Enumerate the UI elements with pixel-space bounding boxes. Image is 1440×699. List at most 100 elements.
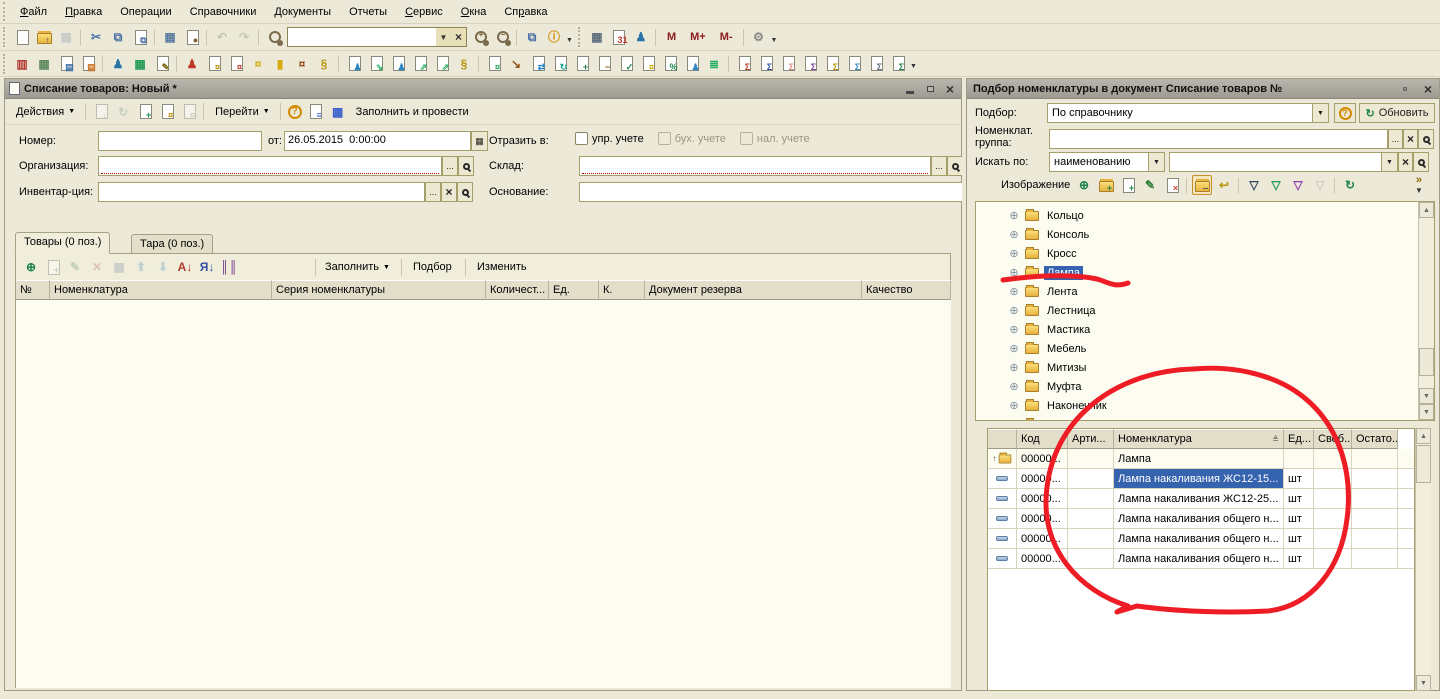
expand-icon[interactable]: ⊕ bbox=[1008, 209, 1020, 222]
filter-by-value-button[interactable] bbox=[1266, 175, 1286, 195]
accounting-checkbox[interactable]: бух. учете bbox=[658, 132, 726, 145]
edit-document-button[interactable] bbox=[152, 54, 172, 74]
shipment-button[interactable] bbox=[366, 54, 386, 74]
scroll-down-icon[interactable]: ▼ bbox=[1416, 675, 1431, 691]
sort-desc-button[interactable] bbox=[197, 257, 217, 277]
scroll-up-icon[interactable]: ▲ bbox=[1416, 428, 1431, 444]
delete-row-button[interactable] bbox=[87, 257, 107, 277]
copy-row-button[interactable] bbox=[43, 257, 63, 277]
organization-field[interactable] bbox=[98, 156, 442, 176]
menu-item[interactable]: Сервис bbox=[396, 3, 452, 21]
column-header[interactable]: Код≜ bbox=[1017, 429, 1068, 449]
warehouse-select-button[interactable]: ... bbox=[931, 156, 947, 176]
tree-scrollbar[interactable]: ▲ ▼ ▼ bbox=[1418, 202, 1434, 420]
panel-help-button[interactable]: ? bbox=[1334, 103, 1356, 123]
tree-item[interactable]: ⊕ Лестница bbox=[976, 301, 1434, 320]
receipt-money-button[interactable] bbox=[484, 54, 504, 74]
tree-item[interactable]: ⊕ Кросс bbox=[976, 244, 1434, 263]
barcode-button[interactable] bbox=[219, 257, 239, 277]
scroll-down-icon[interactable]: ▼ bbox=[1419, 404, 1434, 420]
table-row[interactable]: ↑ 00000... Лампа накаливания общего н...… bbox=[988, 549, 1414, 569]
paste-button[interactable] bbox=[130, 27, 150, 47]
save-document-button[interactable] bbox=[56, 27, 76, 47]
column-header[interactable]: Серия номенклатуры≜ bbox=[272, 280, 486, 300]
doc-percent-button[interactable] bbox=[660, 54, 680, 74]
doc-exchange-button[interactable] bbox=[528, 54, 548, 74]
fill-and-post-button[interactable]: Заполнить и провести bbox=[349, 102, 476, 122]
warehouse-open-button[interactable] bbox=[947, 156, 963, 176]
report-check-button[interactable] bbox=[888, 54, 908, 74]
view-hierarchy-button[interactable] bbox=[1192, 175, 1212, 195]
group-select-button[interactable]: ... bbox=[1388, 129, 1403, 149]
column-header[interactable]: Остато...≜ bbox=[1352, 429, 1398, 449]
goods-grid-body[interactable] bbox=[16, 300, 951, 688]
add-copy-button[interactable] bbox=[1118, 175, 1138, 195]
warehouse-field[interactable] bbox=[579, 156, 931, 176]
expand-icon[interactable]: ⊕ bbox=[1008, 361, 1020, 374]
tree-item[interactable]: ⊕ Митизы bbox=[976, 358, 1434, 377]
report-person-blue-button[interactable] bbox=[756, 54, 776, 74]
help-button[interactable]: ? bbox=[285, 102, 305, 122]
expand-icon[interactable]: ⊕ bbox=[1008, 304, 1020, 317]
supplier-order-button[interactable] bbox=[388, 54, 408, 74]
tree-item[interactable]: ⊕ bbox=[976, 415, 1434, 421]
search-text-combo[interactable]: ▼ bbox=[1169, 152, 1398, 172]
add-group-button[interactable] bbox=[1096, 175, 1116, 195]
sales-button[interactable] bbox=[226, 54, 246, 74]
search-dropdown-icon[interactable]: ▼ bbox=[436, 28, 451, 46]
search-input[interactable] bbox=[288, 28, 436, 46]
filter-settings-button[interactable] bbox=[1244, 175, 1264, 195]
menu-item[interactable]: Операции bbox=[111, 3, 180, 21]
counterparties-button[interactable] bbox=[108, 54, 128, 74]
column-header[interactable]: Ед...≜ bbox=[1284, 429, 1314, 449]
document-window-titlebar[interactable]: Списание товаров: Новый * × bbox=[5, 79, 961, 99]
goto-menu-button[interactable]: Перейти▼ bbox=[208, 102, 277, 122]
tab-tare[interactable]: Тара (0 поз.) bbox=[131, 234, 213, 254]
table-row[interactable]: ↑ 00000... Лампа bbox=[988, 449, 1414, 469]
undo-button[interactable] bbox=[212, 27, 232, 47]
new-document-button[interactable] bbox=[12, 27, 32, 47]
minimize-button[interactable] bbox=[903, 82, 917, 95]
group-clear-button[interactable]: × bbox=[1403, 129, 1418, 149]
scroll-down-icon[interactable]: ▼ bbox=[1419, 388, 1434, 404]
cash-register-button[interactable] bbox=[34, 54, 54, 74]
purchases-button[interactable] bbox=[204, 54, 224, 74]
copy-button[interactable] bbox=[108, 27, 128, 47]
organization-open-button[interactable] bbox=[458, 156, 474, 176]
tree-item[interactable]: ⊕ Лента bbox=[976, 282, 1434, 301]
table-row[interactable]: ↑ 00000... Лампа накаливания общего н...… bbox=[988, 529, 1414, 549]
user-permissions-button[interactable] bbox=[631, 27, 651, 47]
tree-item[interactable]: ⊕ Консоль bbox=[976, 225, 1434, 244]
open-document-button[interactable] bbox=[34, 27, 54, 47]
column-header[interactable]: Качество≜ bbox=[862, 280, 951, 300]
reread-button[interactable] bbox=[113, 102, 133, 122]
toolbar-grip[interactable] bbox=[3, 54, 8, 74]
price-list-button[interactable] bbox=[130, 54, 150, 74]
info-button[interactable] bbox=[544, 27, 564, 47]
doc-person-button[interactable] bbox=[682, 54, 702, 74]
service-settings-button[interactable] bbox=[749, 27, 769, 47]
menu-item[interactable]: Справочники bbox=[181, 3, 266, 21]
combo-dropdown-icon[interactable]: ▼ bbox=[1381, 153, 1397, 171]
scroll-thumb[interactable] bbox=[1419, 348, 1434, 376]
search-clear-button[interactable]: × bbox=[1398, 152, 1413, 172]
basis-field[interactable] bbox=[579, 182, 963, 202]
nomenclature-group-field[interactable] bbox=[1049, 129, 1388, 149]
organization-select-button[interactable]: ... bbox=[442, 156, 458, 176]
expense-chart-button[interactable] bbox=[432, 54, 452, 74]
column-header[interactable]: Документ резерва≜ bbox=[645, 280, 862, 300]
toolbar-overflow-button[interactable]: » ▼ bbox=[1415, 174, 1423, 195]
column-header[interactable]: Арти...≜ bbox=[1068, 429, 1114, 449]
refresh-list-button[interactable] bbox=[1340, 175, 1360, 195]
filter-menu-button[interactable] bbox=[1288, 175, 1308, 195]
inventory-field[interactable] bbox=[98, 182, 425, 202]
table-row[interactable]: ↑ 00000... Лампа накаливания общего н...… bbox=[988, 509, 1414, 529]
toolbar-grip[interactable] bbox=[3, 27, 8, 48]
expand-icon[interactable]: ⊕ bbox=[1008, 247, 1020, 260]
coins-columns-button[interactable] bbox=[270, 54, 290, 74]
report-list-button[interactable] bbox=[866, 54, 886, 74]
scroll-up-icon[interactable]: ▲ bbox=[1419, 202, 1434, 218]
find-button[interactable] bbox=[264, 27, 284, 47]
inventory-clear-button[interactable]: × bbox=[441, 182, 457, 202]
receipt-chart-button[interactable] bbox=[410, 54, 430, 74]
